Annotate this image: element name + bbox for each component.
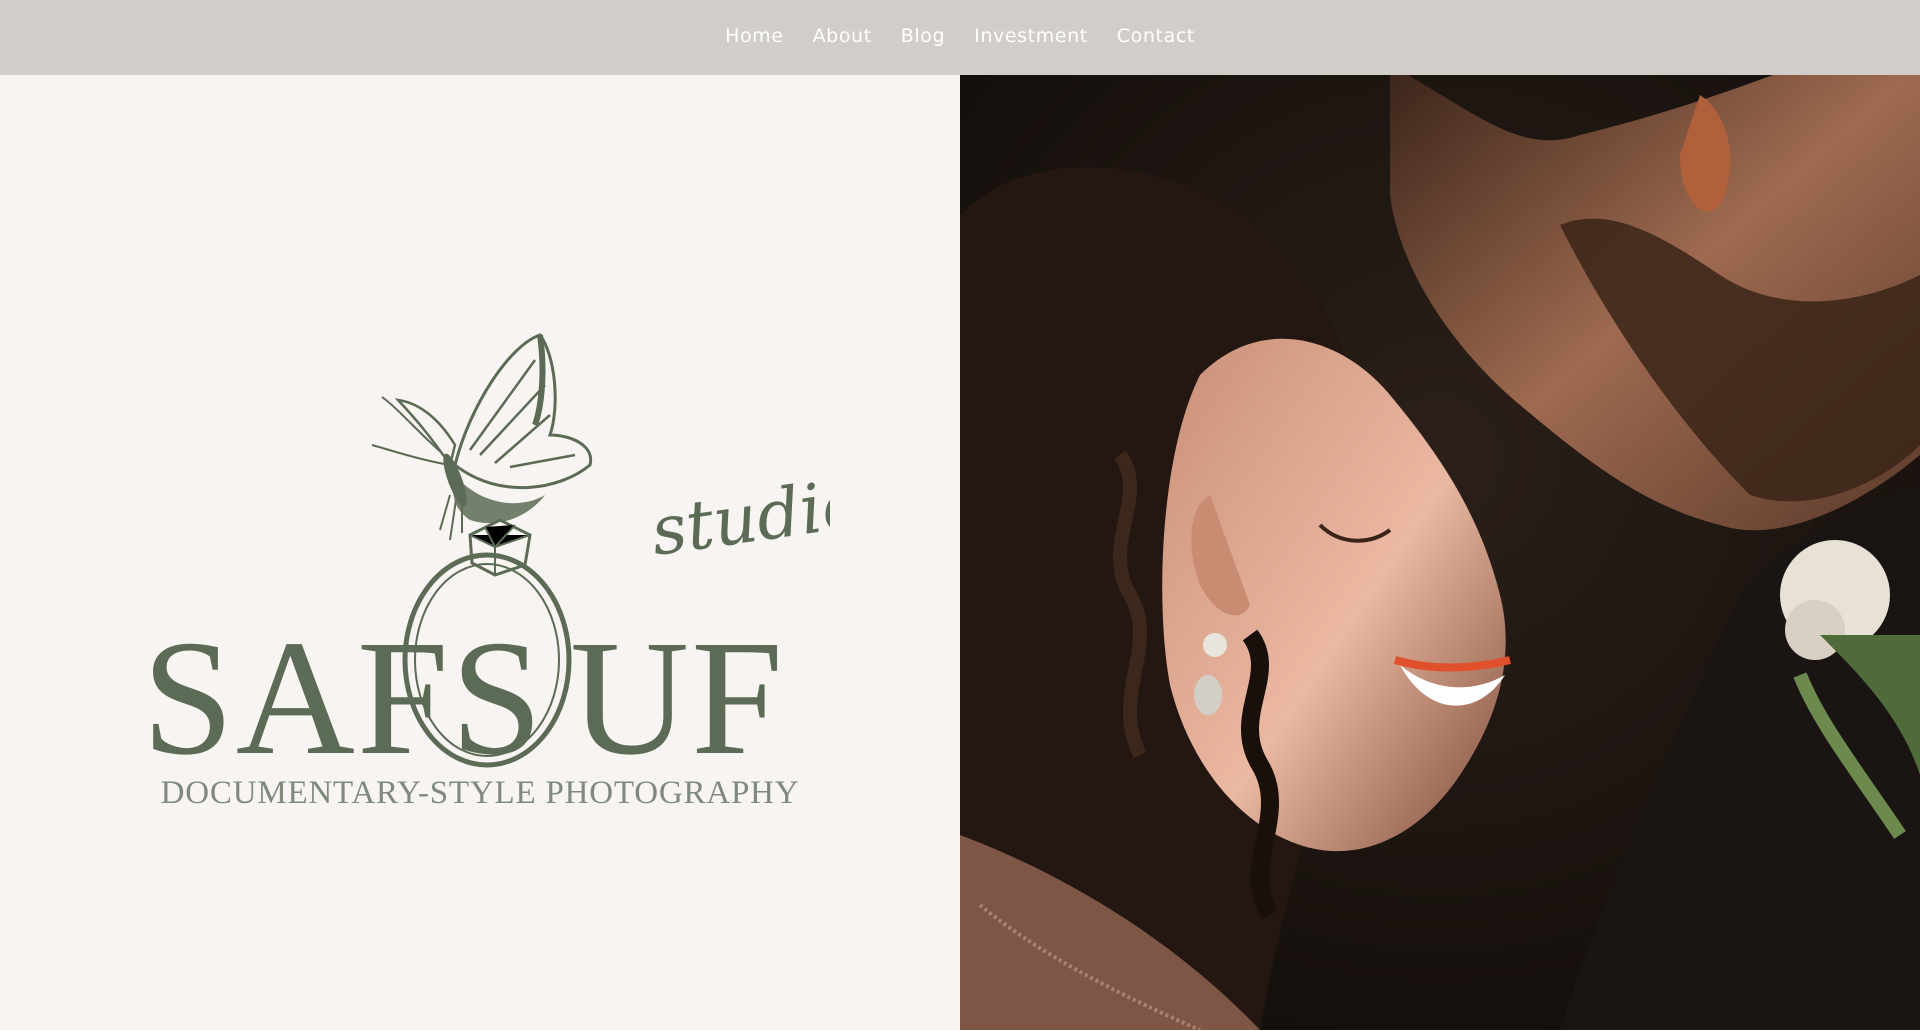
nav-home-link[interactable]: Home xyxy=(725,25,784,47)
nav-contact-link[interactable]: Contact xyxy=(1117,25,1195,47)
couple-portrait-photo xyxy=(960,75,1920,1030)
nav-investment-link[interactable]: Investment xyxy=(974,25,1088,47)
brand-panel: SAFS UF studio DOCUMENTARY-STYLE PHOTOGR… xyxy=(0,75,960,1030)
top-navigation-bar: Home About Blog Investment Contact xyxy=(0,0,1920,75)
logo-script-text: studio xyxy=(646,464,830,572)
main-nav: Home About Blog Investment Contact xyxy=(0,0,1920,71)
studio-logo[interactable]: SAFS UF studio xyxy=(142,315,868,795)
brand-tagline: DOCUMENTARY-STYLE PHOTOGRAPHY xyxy=(160,775,800,811)
logo-wordmark-right: UF xyxy=(570,606,785,789)
nav-about-link[interactable]: About xyxy=(813,25,872,47)
logo-wordmark-left: SAFS xyxy=(150,606,544,789)
hero-photo xyxy=(960,75,1920,1030)
nav-blog-link[interactable]: Blog xyxy=(901,25,945,47)
butterfly-on-ring-icon: SAFS UF studio xyxy=(142,333,868,789)
